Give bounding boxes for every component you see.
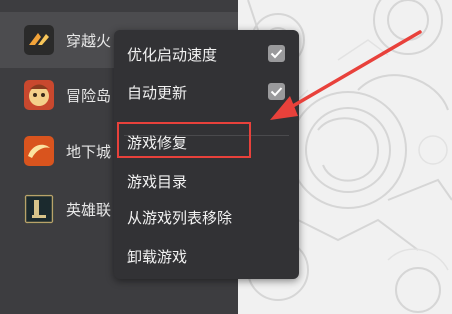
menu-item-auto-update[interactable]: 自动更新	[114, 77, 299, 107]
check-icon	[270, 87, 283, 97]
game-context-menu: 优化启动速度 自动更新 游戏修复 游戏目录 从游戏列表移除 卸载游戏	[114, 30, 299, 279]
league-of-legends-icon	[24, 194, 54, 224]
dnf-icon	[24, 136, 54, 166]
crossfire-icon	[24, 25, 54, 55]
optimize-startup-checkbox[interactable]	[268, 45, 285, 62]
game-label: 英雄联	[66, 200, 112, 219]
menu-item-game-directory[interactable]: 游戏目录	[114, 166, 299, 196]
menu-item-label: 卸载游戏	[127, 248, 188, 266]
menu-item-remove-from-list[interactable]: 从游戏列表移除	[114, 202, 299, 232]
menu-item-repair-game[interactable]: 游戏修复	[114, 127, 299, 157]
game-label: 穿越火	[66, 31, 112, 50]
game-launcher-window: 穿越火 冒险岛 地下城 英雄联 优化启动速度 自动更新 游戏修复 游戏目录 从游…	[0, 0, 452, 314]
menu-item-uninstall-game[interactable]: 卸载游戏	[114, 241, 299, 271]
game-label: 地下城	[66, 142, 112, 161]
auto-update-checkbox[interactable]	[268, 83, 285, 100]
menu-item-label: 优化启动速度	[127, 46, 218, 64]
menu-item-optimize-startup[interactable]: 优化启动速度	[114, 39, 299, 69]
menu-item-label: 游戏目录	[127, 173, 188, 191]
menu-item-label: 游戏修复	[127, 134, 188, 152]
check-icon	[270, 49, 283, 59]
menu-item-label: 从游戏列表移除	[127, 209, 233, 227]
game-label: 冒险岛	[66, 86, 112, 105]
menu-item-label: 自动更新	[127, 84, 188, 102]
maplestory-icon	[24, 80, 54, 110]
